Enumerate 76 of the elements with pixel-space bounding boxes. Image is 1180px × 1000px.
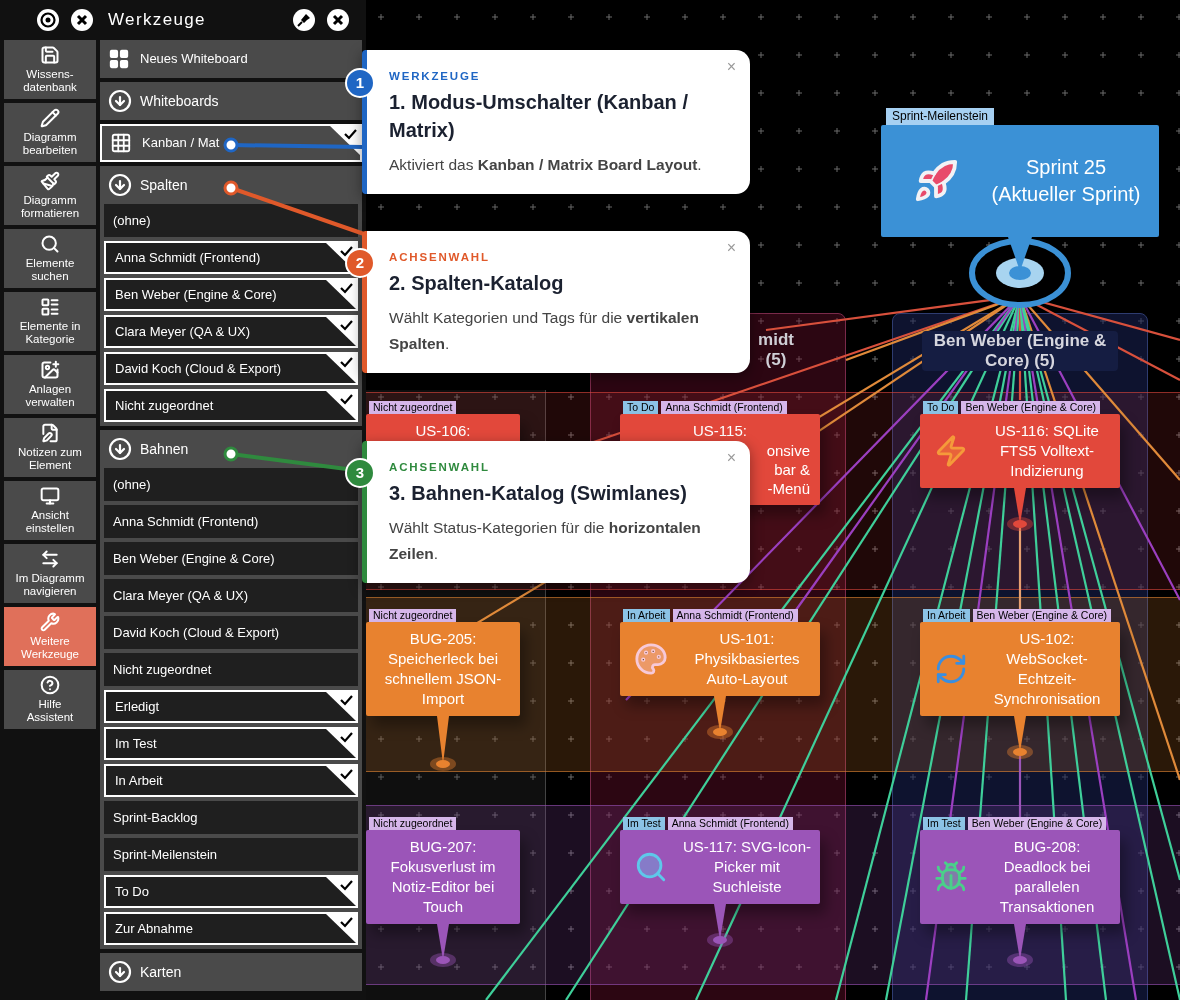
- card-title: BUG-205: Speicherleck bei schnellem JSON-Import: [383, 629, 503, 709]
- task-card[interactable]: US-117: SVG-Icon-Picker mit Suchleiste: [620, 830, 820, 904]
- status-tag: Im Test: [923, 817, 965, 830]
- card-title: US-101: Physikbasiertes Auto-Layout: [693, 629, 801, 689]
- card-title: US-117: SVG-Icon-Picker mit Suchleiste: [682, 837, 812, 897]
- task-card[interactable]: BUG-208: Deadlock bei parallelen Transaktionen: [920, 830, 1120, 924]
- category-item[interactable]: Anna Schmidt (Frontend): [104, 505, 358, 538]
- new-whiteboard-button[interactable]: Neues Whiteboard: [100, 40, 362, 78]
- category-item[interactable]: Zur Abnahme: [104, 912, 358, 945]
- category-item[interactable]: (ohne): [104, 204, 358, 237]
- nav-button[interactable]: Wissens- datenbank: [4, 40, 96, 99]
- card-title: -Menü: [767, 479, 811, 498]
- category-item[interactable]: David Koch (Cloud & Export): [104, 616, 358, 649]
- callout-category: ACHSENWAHL: [389, 250, 491, 265]
- card-title: bar &: [774, 460, 811, 479]
- category-item[interactable]: Ben Weber (Engine & Core): [104, 278, 358, 311]
- mode-toggle[interactable]: Kanban / Mat: [100, 124, 362, 162]
- category-item[interactable]: Clara Meyer (QA & UX): [104, 579, 358, 612]
- card-title: onsive: [766, 441, 811, 460]
- assignee-tag: Nicht zugeordnet: [369, 609, 457, 622]
- category-item[interactable]: Im Test: [104, 727, 358, 760]
- category-item[interactable]: To Do: [104, 875, 358, 908]
- milestone-tag: Sprint-Meilenstein: [886, 108, 995, 125]
- callout-title: 2. Spalten-Katalog: [389, 271, 565, 296]
- category-item[interactable]: Sprint-Backlog: [104, 801, 358, 834]
- assignee-tag: Ben Weber (Engine & Core): [972, 609, 1112, 622]
- column-header: midt (5): [757, 330, 795, 370]
- nav-button[interactable]: Elemente suchen: [4, 229, 96, 288]
- assignee-tag: Nicht zugeordnet: [369, 817, 457, 830]
- card-title: BUG-207: Fokusverlust im Notiz-Editor bei Touch: [389, 837, 497, 917]
- card-title: US-106:: [414, 421, 472, 441]
- section-header[interactable]: Karten: [100, 953, 362, 991]
- status-tag: In Arbeit: [623, 609, 670, 622]
- assignee-tag: Anna Schmidt (Frontend): [667, 817, 793, 830]
- nav-button[interactable]: Diagramm formatieren: [4, 166, 96, 225]
- category-item[interactable]: Nicht zugeordnet: [104, 653, 358, 686]
- panel-title: Werkzeuge: [108, 9, 207, 32]
- section-header[interactable]: Spalten: [100, 166, 362, 204]
- category-item[interactable]: In Arbeit: [104, 764, 358, 797]
- status-tag: To Do: [623, 401, 659, 414]
- column-header: Ben Weber (Engine & Core) (5): [922, 331, 1118, 371]
- assignee-tag: Nicht zugeordnet: [369, 401, 457, 414]
- assignee-tag: Ben Weber (Engine & Core): [967, 817, 1107, 830]
- card-title: US-102: WebSocket-Echtzeit-Synchronisation: [992, 629, 1102, 709]
- nav-button[interactable]: Elemente in Kategorie: [4, 292, 96, 351]
- callout-category: ACHSENWAHL: [389, 460, 491, 475]
- callout-text: Aktiviert das Kanban / Matrix Board Layout.: [389, 155, 703, 175]
- status-tag: To Do: [923, 401, 959, 414]
- callout-text: Wählt Status-Kategorien für die horizontalen Zeilen.: [389, 518, 702, 564]
- status-tag: Im Test: [623, 817, 665, 830]
- callout-title: 3. Bahnen-Katalog (Swimlanes): [389, 481, 688, 506]
- category-item[interactable]: David Koch (Cloud & Export): [104, 352, 358, 385]
- nav-button[interactable]: Notizen zum Element: [4, 418, 96, 477]
- category-item[interactable]: Nicht zugeordnet: [104, 389, 358, 422]
- callout-title: 1. Modus-Umschalter (Kanban / Matrix): [389, 90, 689, 143]
- card-title: BUG-208: Deadlock bei parallelen Transaktionen: [998, 837, 1096, 917]
- card-title: US-116: SQLite FTS5 Volltext-Indizierung: [994, 421, 1100, 481]
- task-card[interactable]: US-116: SQLite FTS5 Volltext-Indizierung: [920, 414, 1120, 488]
- nav-button[interactable]: Diagramm bearbeiten: [4, 103, 96, 162]
- assignee-tag: Anna Schmidt (Frontend): [661, 401, 787, 414]
- category-item[interactable]: Sprint-Meilenstein: [104, 838, 358, 871]
- nav-button[interactable]: Anlagen verwalten: [4, 355, 96, 414]
- task-card[interactable]: BUG-207: Fokusverlust im Notiz-Editor bei Touch: [366, 830, 520, 924]
- assignee-tag: Anna Schmidt (Frontend): [672, 609, 798, 622]
- assignee-tag: Ben Weber (Engine & Core): [961, 401, 1100, 414]
- category-item[interactable]: Clara Meyer (QA & UX): [104, 315, 358, 348]
- callout-category: WERKZEUGE: [389, 69, 482, 84]
- status-tag: In Arbeit: [923, 609, 970, 622]
- category-item[interactable]: Erledigt: [104, 690, 358, 723]
- milestone-title: Sprint 25 (Aktueller Sprint): [991, 155, 1141, 207]
- card-title: US-115:: [692, 421, 748, 441]
- nav-button[interactable]: Ansicht einstellen: [4, 481, 96, 540]
- category-item[interactable]: Ben Weber (Engine & Core): [104, 542, 358, 575]
- callout-text: Wählt Kategorien und Tags für die vertikalen Spalten.: [389, 308, 700, 354]
- nav-button[interactable]: Hilfe Assistent: [4, 670, 96, 729]
- nav-button[interactable]: Im Diagramm navigieren: [4, 544, 96, 603]
